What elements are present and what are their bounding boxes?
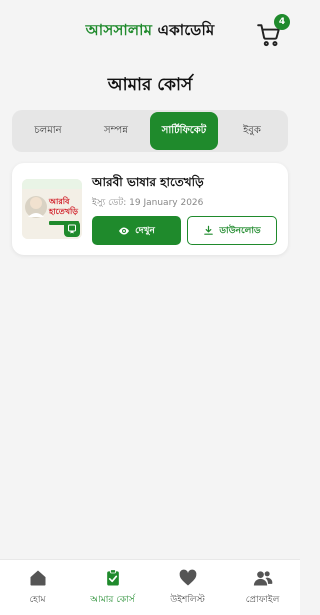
thumbnail-text: আরবি হাতেখড়ি [49, 197, 78, 216]
certificate-card: আরবি হাতেখড়ি আরবী ভাষার হাতেখড়ি ইস্যু … [12, 163, 288, 255]
logo-part2: একাডেমি [157, 20, 215, 39]
course-title: আরবী ভাষার হাতেখড়ি [92, 175, 204, 189]
tab-completed[interactable]: সম্পন্ন [82, 112, 150, 150]
view-certificate-button[interactable]: দেখুন [92, 216, 181, 245]
nav-my-courses[interactable]: আমার কোর্স [75, 560, 150, 615]
download-button-label: ডাউনলোড [219, 226, 261, 236]
tab-ongoing[interactable]: চলমান [14, 112, 82, 150]
tab-ebook[interactable]: ইবুক [218, 112, 286, 150]
eye-icon [119, 227, 130, 234]
bottom-navigation: হোম আমার কোর্স উইশলিস্ট প্রোফাইল [0, 559, 300, 615]
nav-home-label: হোম [29, 595, 46, 605]
nav-wishlist-label: উইশলিস্ট [170, 595, 205, 605]
download-certificate-button[interactable]: ডাউনলোড [187, 216, 277, 245]
cart-button[interactable]: 4 [256, 14, 290, 48]
nav-home[interactable]: হোম [0, 560, 75, 615]
nav-my-courses-label: আমার কোর্স [90, 595, 135, 605]
app-header: আসসালাম একাডেমি 4 [0, 0, 300, 62]
certificate-badge-icon [64, 221, 80, 237]
nav-wishlist[interactable]: উইশলিস্ট [150, 560, 225, 615]
heart-icon [179, 569, 196, 586]
download-icon [204, 225, 214, 235]
issue-date: ইস্যু ডেট: 19 January 2026 [92, 198, 204, 208]
course-thumbnail: আরবি হাতেখড়ি [22, 179, 82, 239]
nav-profile[interactable]: প্রোফাইল [225, 560, 300, 615]
clipboard-icon [106, 569, 119, 586]
nav-profile-label: প্রোফাইল [245, 595, 280, 605]
home-icon [30, 570, 45, 586]
view-button-label: দেখুন [135, 226, 155, 236]
page-title: আমার কোর্স [107, 75, 193, 95]
logo-part1: আসসালাম [85, 20, 153, 39]
course-tabs: চলমান সম্পন্ন সার্টিফিকেট ইবুক [12, 110, 288, 152]
tab-certificate[interactable]: সার্টিফিকেট [150, 112, 218, 150]
profile-icon [253, 571, 272, 586]
cart-count-badge: 4 [274, 14, 290, 30]
app-logo[interactable]: আসসালাম একাডেমি [86, 19, 215, 44]
